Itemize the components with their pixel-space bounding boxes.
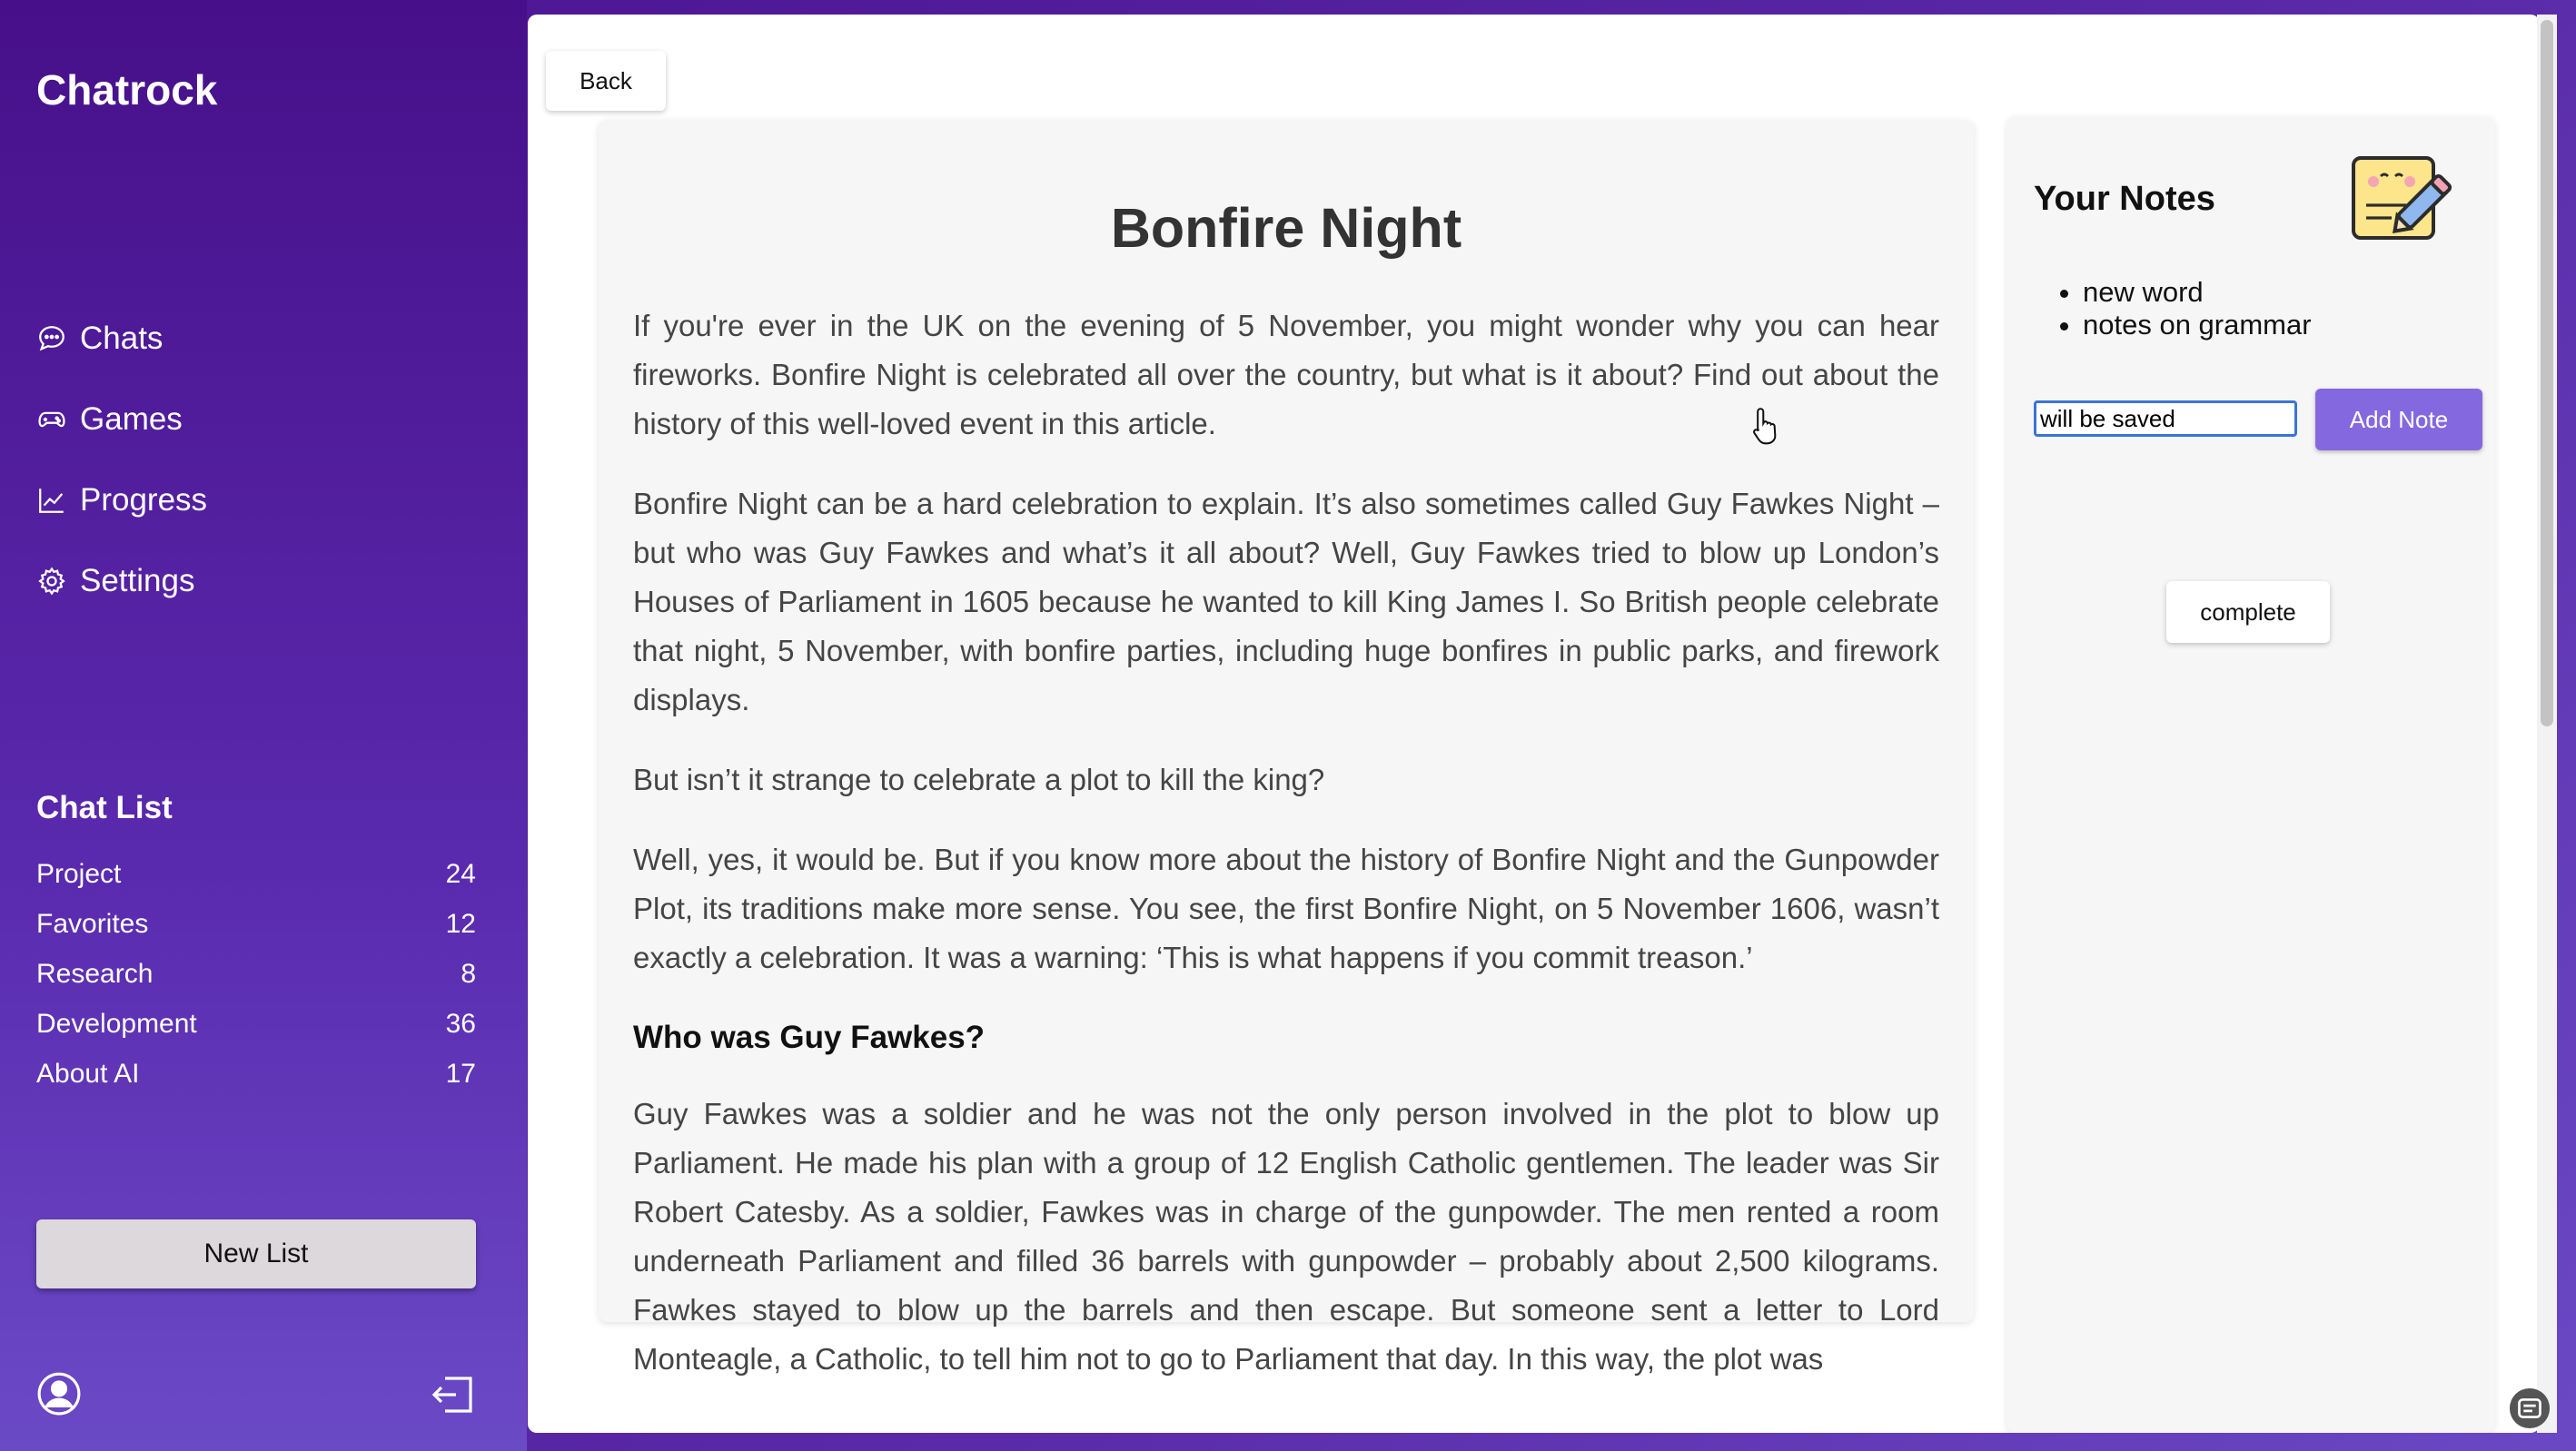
user-avatar-icon[interactable] xyxy=(36,1371,82,1416)
chat-list-count: 24 xyxy=(445,858,476,889)
chat-widget-icon[interactable] xyxy=(2509,1387,2551,1429)
nav-item-games[interactable]: Games xyxy=(36,379,207,459)
article-paragraph: Well, yes, it would be. But if you know … xyxy=(633,843,1939,974)
new-list-button[interactable]: New List xyxy=(36,1219,476,1288)
nav-item-progress[interactable]: Progress xyxy=(36,459,207,540)
nav-item-chats[interactable]: Chats xyxy=(36,298,207,379)
line-chart-icon xyxy=(39,488,64,513)
note-input[interactable] xyxy=(2034,400,2297,437)
gear-icon xyxy=(38,567,65,595)
article-paragraph: Bonfire Night can be a hard celebration … xyxy=(633,487,1939,716)
notes-title: Your Notes xyxy=(2034,180,2215,218)
article-body: If you're ever in the UK on the evening … xyxy=(633,301,1939,1415)
nav-label: Games xyxy=(80,400,183,437)
chat-list-count: 36 xyxy=(445,1008,476,1039)
chat-list-name: Project xyxy=(36,858,122,889)
article-title: Bonfire Night xyxy=(1110,197,1462,259)
complete-button[interactable]: complete xyxy=(2166,581,2330,643)
note-item: new word xyxy=(2083,276,2312,309)
nav-label: Settings xyxy=(80,562,195,598)
notes-panel: Your Notes new word notes on grammar Add… xyxy=(2006,116,2495,1433)
chat-list-count: 8 xyxy=(461,958,476,989)
gamepad-icon xyxy=(38,411,65,427)
article-content[interactable]: Bonfire Night If you're ever in the UK o… xyxy=(633,196,1939,1433)
chat-list-name: Favorites xyxy=(36,908,149,939)
article-paragraph: But isn’t it strange to celebrate a plot… xyxy=(633,763,1325,796)
sticky-note-pencil-icon xyxy=(2352,156,2452,240)
brand-logo: Chatrock xyxy=(36,66,218,114)
chat-bubble-icon xyxy=(39,325,64,350)
chat-list-name: About AI xyxy=(36,1058,140,1089)
notes-list: new word notes on grammar xyxy=(2083,276,2312,341)
add-note-button[interactable]: Add Note xyxy=(2315,389,2482,450)
chat-list-item-development[interactable]: Development 36 xyxy=(36,999,476,1049)
sidebar: Chatrock Chats Games Progress Settings C… xyxy=(0,0,527,1451)
article-paragraph: If you're ever in the UK on the evening … xyxy=(633,309,1939,440)
nav-label: Progress xyxy=(80,481,208,518)
chat-list-count: 17 xyxy=(445,1058,476,1089)
main-panel: Back Bonfire Night If you're ever in the… xyxy=(528,15,2540,1433)
main-nav: Chats Games Progress Settings xyxy=(36,298,207,621)
chat-list: Project 24 Favorites 12 Research 8 Devel… xyxy=(36,849,476,1099)
note-item: notes on grammar xyxy=(2083,309,2312,341)
nav-label: Chats xyxy=(80,320,163,356)
back-button[interactable]: Back xyxy=(546,51,666,111)
chat-list-name: Development xyxy=(36,1008,197,1039)
nav-item-settings[interactable]: Settings xyxy=(36,540,207,621)
chat-list-item-project[interactable]: Project 24 xyxy=(36,849,476,899)
chat-list-count: 12 xyxy=(445,908,476,939)
logout-icon[interactable] xyxy=(429,1373,476,1416)
chat-list-item-about-ai[interactable]: About AI 17 xyxy=(36,1049,476,1099)
scrollbar-thumb[interactable] xyxy=(2541,20,2553,726)
article-paragraph: Guy Fawkes was a soldier and he was not … xyxy=(633,1097,1939,1376)
article-subheading: Who was Guy Fawkes? xyxy=(633,1020,986,1055)
hand-pointer-cursor-icon xyxy=(1753,408,1777,445)
chat-list-title: Chat List xyxy=(36,790,173,825)
chat-list-name: Research xyxy=(36,958,154,989)
chat-list-item-research[interactable]: Research 8 xyxy=(36,949,476,999)
chat-list-item-favorites[interactable]: Favorites 12 xyxy=(36,899,476,949)
